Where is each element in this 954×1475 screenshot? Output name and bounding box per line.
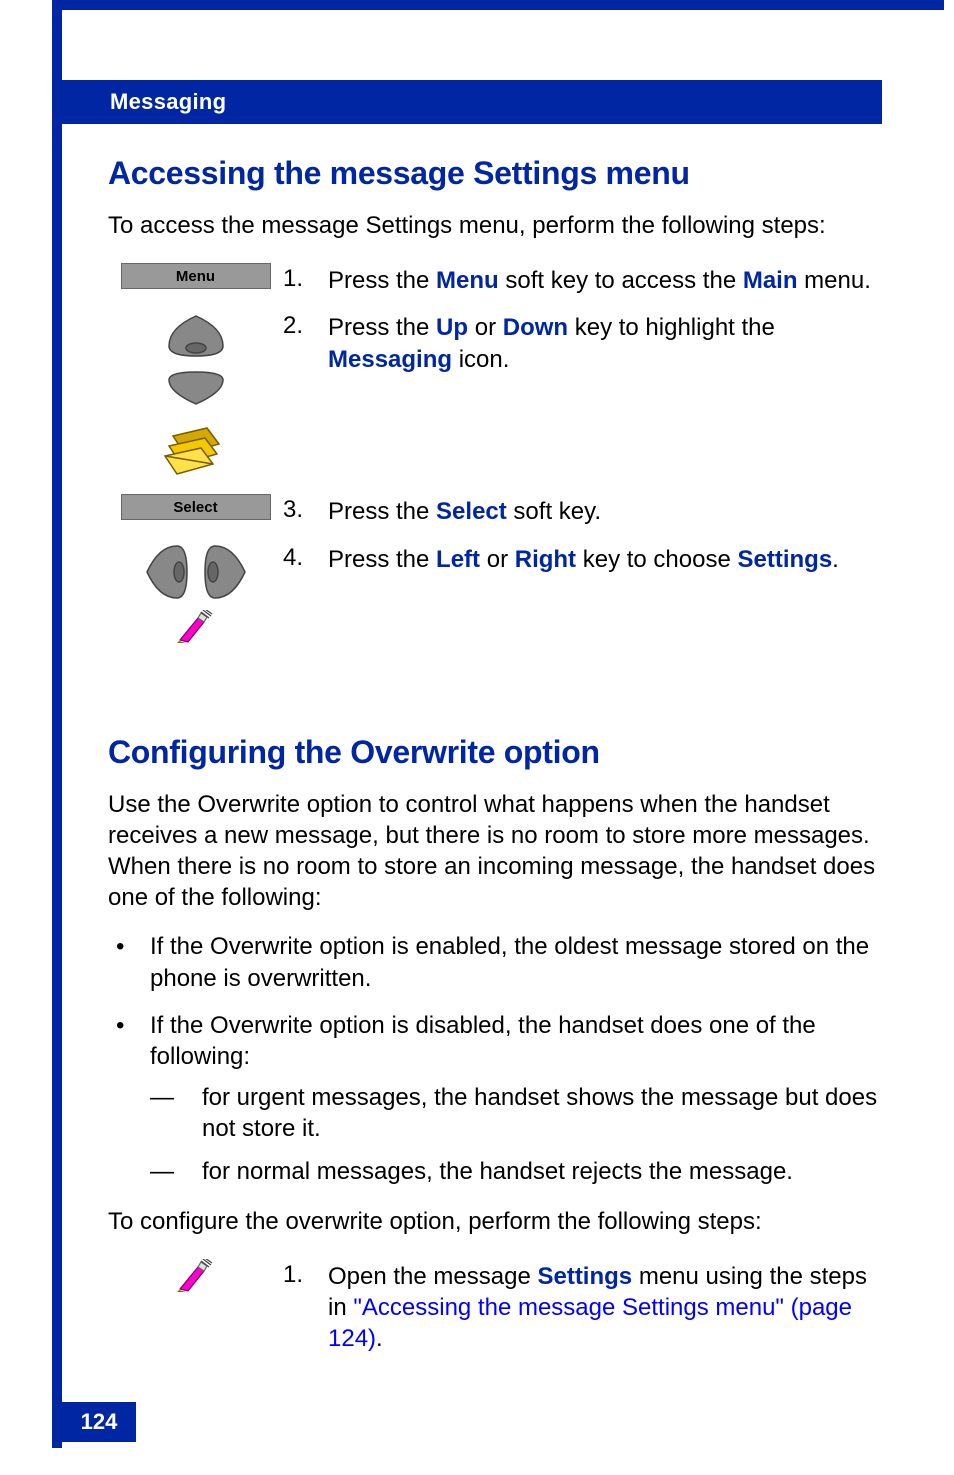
bullet-item: If the Overwrite option is disabled, the… bbox=[108, 1010, 882, 1188]
text-frag: key to choose bbox=[576, 546, 737, 573]
step-row: Menu 1. Press the Menu soft key to acces… bbox=[108, 263, 882, 296]
text-frag: Open the message bbox=[328, 1263, 537, 1290]
section1-title: Accessing the message Settings menu bbox=[108, 155, 882, 192]
bullet-text: If the Overwrite option is disabled, the… bbox=[150, 1012, 816, 1070]
dash-text: for normal messages, the handset rejects… bbox=[202, 1158, 793, 1185]
step-text: Open the message Settings menu using the… bbox=[328, 1259, 882, 1355]
keyword-messaging: Messaging bbox=[328, 346, 452, 373]
steps-list: Menu 1. Press the Menu soft key to acces… bbox=[108, 263, 882, 643]
step-number: 3. bbox=[283, 494, 328, 524]
step-row: 1. Open the message Settings menu using … bbox=[108, 1259, 882, 1355]
text-frag: . bbox=[376, 1325, 383, 1352]
dash-item: for normal messages, the handset rejects… bbox=[150, 1156, 882, 1187]
text-frag: . bbox=[832, 546, 839, 573]
text-frag: icon. bbox=[452, 346, 509, 373]
keyword-down: Down bbox=[503, 314, 568, 341]
step-icon-cell: Select bbox=[108, 494, 283, 520]
section1-intro: To access the message Settings menu, per… bbox=[108, 210, 882, 241]
step-number: 1. bbox=[283, 1259, 328, 1289]
dash-item: for urgent messages, the handset shows t… bbox=[150, 1082, 882, 1144]
step-text: Press the Select soft key. bbox=[328, 494, 882, 527]
step-icon-cell bbox=[108, 310, 283, 480]
settings-icon bbox=[176, 1259, 216, 1293]
keyword-up: Up bbox=[436, 314, 468, 341]
step-row: 4. Press the Left or Right key to choose… bbox=[108, 542, 882, 644]
steps-list-2: 1. Open the message Settings menu using … bbox=[108, 1259, 882, 1355]
keyword-right: Right bbox=[515, 546, 576, 573]
text-frag: Press the bbox=[328, 314, 436, 341]
text-frag: Press the bbox=[328, 267, 436, 294]
text-frag: menu. bbox=[798, 267, 871, 294]
document-page: Messaging Accessing the message Settings… bbox=[0, 0, 954, 1475]
keyword-select: Select bbox=[436, 498, 507, 525]
page-number-box: 124 bbox=[62, 1402, 136, 1442]
softkey-menu: Menu bbox=[121, 263, 271, 289]
step-row: 2. Press the Up or Down key to highlight… bbox=[108, 310, 882, 480]
bullet-list: If the Overwrite option is enabled, the … bbox=[108, 931, 882, 1187]
text-frag: key to highlight the bbox=[568, 314, 775, 341]
section2: Configuring the Overwrite option Use the… bbox=[108, 734, 882, 1355]
up-down-icon bbox=[161, 310, 231, 410]
softkey-select: Select bbox=[121, 494, 271, 520]
settings-icon bbox=[176, 610, 216, 644]
messaging-icon bbox=[161, 418, 231, 480]
cross-ref-link[interactable]: "Accessing the message Settings menu" (p… bbox=[328, 1294, 852, 1352]
page-content: Accessing the message Settings menu To a… bbox=[108, 155, 882, 1368]
bullet-text: If the Overwrite option is enabled, the … bbox=[150, 933, 869, 991]
step-row: Select 3. Press the Select soft key. bbox=[108, 494, 882, 527]
section2-para2: To configure the overwrite option, perfo… bbox=[108, 1206, 882, 1237]
text-frag: soft key to access the bbox=[499, 267, 743, 294]
left-right-icon bbox=[141, 542, 251, 602]
side-border bbox=[52, 0, 62, 1448]
step-number: 1. bbox=[283, 263, 328, 293]
page-number: 124 bbox=[81, 1409, 118, 1435]
keyword-settings: Settings bbox=[537, 1263, 632, 1290]
step-text: Press the Up or Down key to highlight th… bbox=[328, 310, 882, 374]
step-text: Press the Left or Right key to choose Se… bbox=[328, 542, 882, 575]
keyword-settings: Settings bbox=[737, 546, 832, 573]
step-text: Press the Menu soft key to access the Ma… bbox=[328, 263, 882, 296]
step-number: 2. bbox=[283, 310, 328, 340]
step-icon-cell bbox=[108, 542, 283, 644]
dash-text: for urgent messages, the handset shows t… bbox=[202, 1084, 877, 1142]
section-header: Messaging bbox=[62, 80, 882, 124]
softkey-label: Select bbox=[173, 499, 217, 516]
text-frag: soft key. bbox=[507, 498, 601, 525]
step-icon-cell bbox=[108, 1259, 283, 1293]
softkey-label: Menu bbox=[176, 268, 215, 285]
text-frag: Press the bbox=[328, 498, 436, 525]
section2-title: Configuring the Overwrite option bbox=[108, 734, 882, 771]
text-frag: or bbox=[480, 546, 515, 573]
dash-list: for urgent messages, the handset shows t… bbox=[150, 1082, 882, 1188]
text-frag: or bbox=[468, 314, 503, 341]
text-frag: Press the bbox=[328, 546, 436, 573]
keyword-left: Left bbox=[436, 546, 480, 573]
keyword-menu: Menu bbox=[436, 267, 499, 294]
top-border bbox=[52, 0, 944, 10]
step-number: 4. bbox=[283, 542, 328, 572]
keyword-main: Main bbox=[743, 267, 798, 294]
step-icon-cell: Menu bbox=[108, 263, 283, 289]
section-header-text: Messaging bbox=[110, 89, 226, 115]
section2-intro: Use the Overwrite option to control what… bbox=[108, 789, 882, 914]
bullet-item: If the Overwrite option is enabled, the … bbox=[108, 931, 882, 993]
